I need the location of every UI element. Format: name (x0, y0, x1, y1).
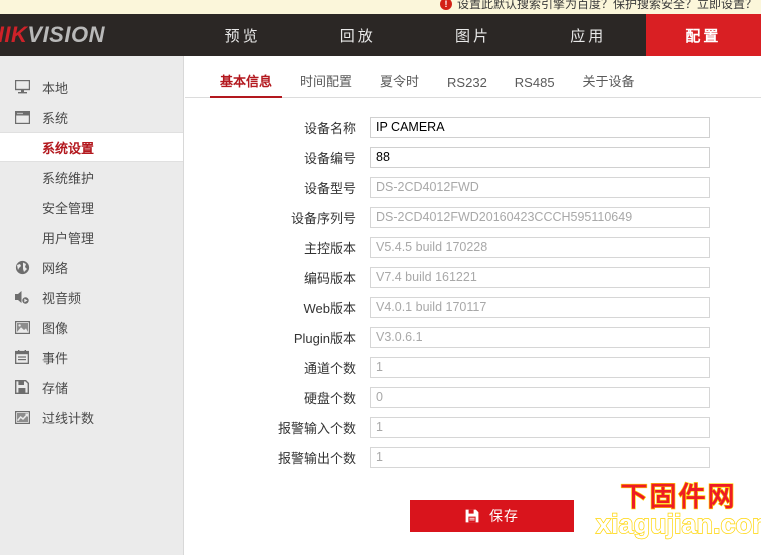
sidebar-navigation: 本地 系统 系统设置 系统维护 安全管理 用户管理 网络 视音频 图像 事件 存… (0, 56, 184, 555)
sidebar-item-image[interactable]: 图像 (0, 312, 183, 342)
sidebar-item-label: 安全管理 (42, 200, 95, 216)
nav-tab-configuration[interactable]: 配置 (645, 14, 761, 56)
sidebar-item-user-management[interactable]: 用户管理 (0, 222, 183, 252)
tab-rs232[interactable]: RS232 (433, 75, 501, 97)
field-label: 报警输出个数 (277, 450, 356, 466)
sidebar-item-line-crossing-count[interactable]: 过线计数 (0, 402, 183, 432)
device-model-input (370, 176, 710, 198)
tab-time-settings[interactable]: 时间配置 (286, 71, 366, 97)
field-label: 通道个数 (303, 360, 356, 376)
sidebar-item-label: 图像 (42, 320, 69, 336)
form-row-channel-count: 通道个数 (185, 352, 761, 382)
browser-notification-bar: ! 设置此默认搜索引擎为百度？保护搜索安全？立即设置？ (0, 0, 761, 14)
event-icon (12, 348, 32, 366)
sidebar-item-event[interactable]: 事件 (0, 342, 183, 372)
form-row-encoding-version: 编码版本 (185, 262, 761, 292)
audio-video-icon (12, 288, 32, 306)
channel-count-input (370, 356, 710, 378)
sidebar-item-label: 事件 (42, 350, 69, 366)
field-label: 设备序列号 (290, 210, 356, 226)
form-row-serial-number: 设备序列号 (185, 202, 761, 232)
sidebar-item-label: 系统 (42, 110, 69, 126)
sidebar-item-label: 用户管理 (42, 230, 95, 246)
form-row-hdd-count: 硬盘个数 (185, 382, 761, 412)
line-count-icon (12, 408, 32, 426)
encoding-version-input (370, 266, 710, 288)
form-row-firmware-version: 主控版本 (185, 232, 761, 262)
sidebar-item-label: 本地 (42, 80, 69, 96)
sidebar-item-security-management[interactable]: 安全管理 (0, 192, 183, 222)
field-label: 设备型号 (303, 180, 356, 196)
floppy-disk-icon (465, 509, 479, 523)
firmware-version-input (370, 236, 710, 258)
device-name-input[interactable] (370, 116, 710, 138)
form-row-device-name: 设备名称 (185, 112, 761, 142)
field-label: Web版本 (303, 300, 357, 316)
sidebar-item-system-maintenance[interactable]: 系统维护 (0, 162, 183, 192)
alarm-input-count-input (370, 416, 710, 438)
tab-dst[interactable]: 夏令时 (366, 71, 433, 97)
warning-icon: ! (439, 0, 452, 10)
brand-logo: HIKVISION (0, 14, 185, 56)
monitor-icon (12, 78, 32, 96)
field-label: 设备编号 (303, 150, 356, 166)
device-no-input[interactable] (370, 146, 710, 168)
sidebar-item-storage[interactable]: 存储 (0, 372, 183, 402)
main-content-panel: 基本信息 时间配置 夏令时 RS232 RS485 关于设备 设备名称 设备编号… (185, 56, 761, 555)
sidebar-item-label: 过线计数 (42, 410, 95, 426)
form-row-web-version: Web版本 (185, 292, 761, 322)
logo-hik-text: HIK (0, 22, 28, 47)
storage-icon (12, 378, 32, 396)
alarm-output-count-input (370, 446, 710, 468)
tab-rs485[interactable]: RS485 (501, 75, 569, 97)
nav-tab-application[interactable]: 应用 (531, 14, 646, 56)
sidebar-item-system-settings[interactable]: 系统设置 (0, 132, 183, 162)
field-label: Plugin版本 (293, 330, 356, 346)
form-row-device-model: 设备型号 (185, 172, 761, 202)
field-label: 报警输入个数 (277, 420, 356, 436)
field-label: 主控版本 (303, 240, 356, 256)
web-version-input (370, 296, 710, 318)
sidebar-item-system[interactable]: 系统 (0, 102, 183, 132)
content-tab-bar: 基本信息 时间配置 夏令时 RS232 RS485 关于设备 (185, 66, 761, 98)
save-button-label: 保存 (489, 508, 519, 524)
sidebar-item-network[interactable]: 网络 (0, 252, 183, 282)
field-label: 硬盘个数 (303, 390, 356, 406)
form-row-device-no: 设备编号 (185, 142, 761, 172)
save-button-container: 保存 (185, 472, 761, 532)
sidebar-item-label: 网络 (42, 260, 69, 276)
sidebar-item-audio-video[interactable]: 视音频 (0, 282, 183, 312)
sidebar-item-label: 视音频 (42, 290, 82, 306)
form-row-alarm-input-count: 报警输入个数 (185, 412, 761, 442)
nav-tab-playback[interactable]: 回放 (300, 14, 415, 56)
tab-about-device[interactable]: 关于设备 (569, 71, 649, 97)
sidebar-item-label: 存储 (42, 380, 69, 396)
hdd-count-input (370, 386, 710, 408)
form-row-alarm-output-count: 报警输出个数 (185, 442, 761, 472)
notification-text: 设置此默认搜索引擎为百度？保护搜索安全？立即设置？ (456, 0, 757, 11)
basic-info-form: 设备名称 设备编号 设备型号 设备序列号 主控版本 编码版本 Web版本 (185, 98, 761, 472)
sidebar-item-local[interactable]: 本地 (0, 72, 183, 102)
image-icon (12, 318, 32, 336)
globe-icon (12, 258, 32, 276)
plugin-version-input (370, 326, 710, 348)
nav-tab-picture[interactable]: 图片 (415, 14, 530, 56)
nav-items-container: 预览 回放 图片 应用 配置 (185, 14, 761, 56)
save-button[interactable]: 保存 (410, 500, 574, 532)
field-label: 设备名称 (303, 120, 356, 136)
tab-basic-info[interactable]: 基本信息 (206, 71, 286, 98)
form-row-plugin-version: Plugin版本 (185, 322, 761, 352)
sidebar-item-label: 系统设置 (42, 140, 95, 156)
top-navigation-bar: HIKVISION 预览 回放 图片 应用 配置 (0, 14, 761, 56)
nav-tab-preview[interactable]: 预览 (185, 14, 300, 56)
sidebar-item-label: 系统维护 (42, 170, 95, 186)
serial-number-input (370, 206, 710, 228)
field-label: 编码版本 (303, 270, 356, 286)
logo-vision-text: VISION (27, 22, 105, 47)
system-icon (12, 108, 32, 126)
